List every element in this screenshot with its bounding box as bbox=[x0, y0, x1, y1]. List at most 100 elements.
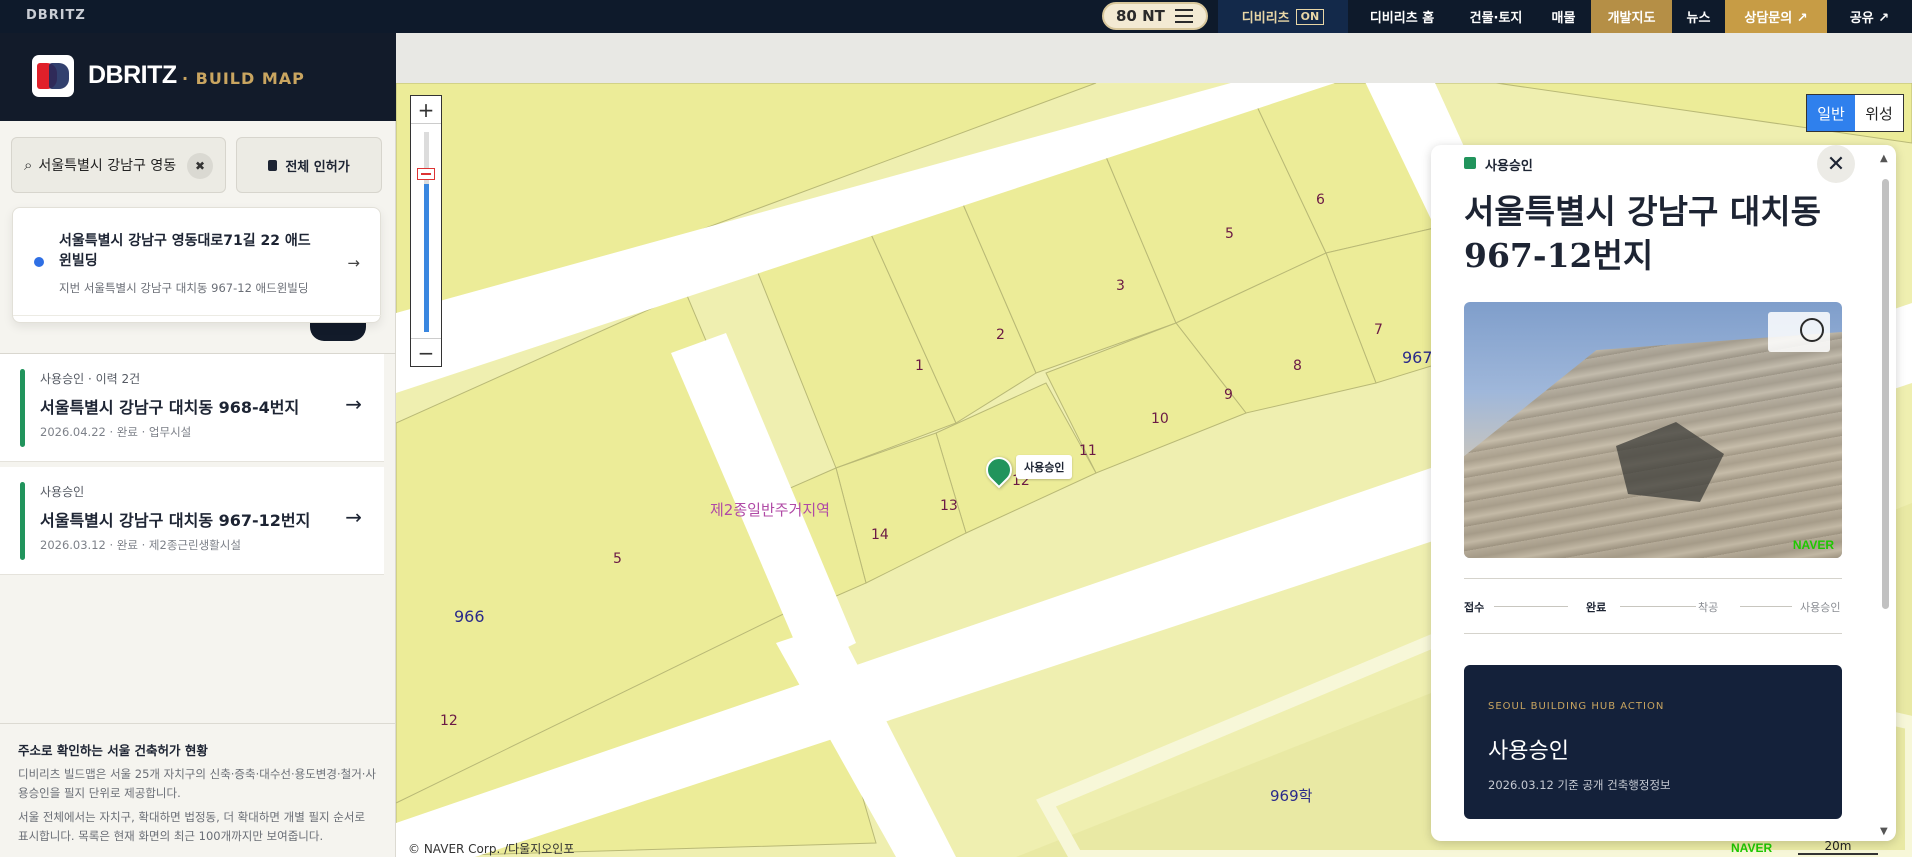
close-button[interactable]: ✕ bbox=[1817, 145, 1855, 183]
parcel-number: 13 bbox=[940, 498, 958, 514]
permit-meta: 사용승인 bbox=[40, 485, 85, 499]
nav-news[interactable]: 뉴스 bbox=[1672, 0, 1725, 33]
zoom-out-button[interactable]: − bbox=[411, 338, 441, 366]
sidebar: DBRITZ · BUILD MAP ⌕ 서울특별시 강남구 영동 ✖ 전체 인… bbox=[0, 33, 396, 857]
permit-title: 서울특별시 강남구 대치동 968-4번지 bbox=[40, 398, 300, 417]
all-permits-button[interactable]: 전체 인허가 bbox=[236, 137, 382, 193]
top-bar: DBRITZ 80 NT 디비리츠 ON 디비리츠 홈 건물·토지 매물 개발지… bbox=[0, 0, 1912, 33]
parcel-number: 7 bbox=[1374, 322, 1383, 338]
zoom-slider-handle[interactable] bbox=[417, 168, 435, 180]
status-dot-icon bbox=[1464, 157, 1476, 169]
nav-consult[interactable]: 상담문의 ↗ bbox=[1725, 0, 1827, 33]
on-badge: ON bbox=[1295, 8, 1325, 25]
status-bar bbox=[20, 482, 25, 560]
footer-paragraph: 디비리츠 빌드맵은 서울 25개 자치구의 신축·증축·대수선·용도변경·철거·… bbox=[18, 767, 377, 800]
scroll-up-icon[interactable]: ▲ bbox=[1880, 153, 1888, 164]
permit-detail-panel: 사용승인 ✕ 서울특별시 강남구 대치동 967-12번지 NAVER 접수 완… bbox=[1431, 145, 1896, 841]
action-sub: 2026.03.12 기준 공개 건축행정정보 bbox=[1488, 778, 1671, 792]
search-suggestion[interactable]: 서울특별시 강남구 영동대로71길 22 애드윈빌딩 지번 서울특별시 강남구 … bbox=[12, 207, 382, 323]
search-icon: ⌕ bbox=[24, 156, 33, 174]
parcel-number: 6 bbox=[1316, 192, 1325, 208]
nav-listings[interactable]: 매물 bbox=[1536, 0, 1591, 33]
nt-menu-button[interactable]: 80 NT bbox=[1102, 2, 1208, 30]
map-label: 966 bbox=[454, 607, 485, 626]
nav-dbritz-label: 디비리츠 bbox=[1241, 11, 1290, 26]
permit-title: 서울특별시 강남구 대치동 967-12번지 bbox=[40, 511, 311, 530]
top-nav: 디비리츠 ON 디비리츠 홈 건물·토지 매물 개발지도 뉴스 상담문의 ↗ 공… bbox=[1218, 0, 1912, 33]
map-label: 967 bbox=[1402, 348, 1433, 367]
suggestion-lot-address: 지번 서울특별시 강남구 대치동 967-12 애드윈빌딩 bbox=[59, 281, 309, 295]
step-label: 착공 bbox=[1698, 601, 1719, 614]
panel-address: 서울특별시 강남구 대치동 967-12번지 bbox=[1464, 192, 1821, 275]
parcel-number: 1 bbox=[915, 358, 924, 374]
zone-label: 제2종일반주거지역 bbox=[710, 501, 830, 519]
scroll-thumb[interactable] bbox=[1882, 179, 1889, 609]
parcel-number: 10 bbox=[1151, 411, 1169, 427]
permit-sub: 2026.03.12 · 완료 · 제2종근린생활시설 bbox=[40, 538, 241, 552]
progress-steps: 접수 완료 착공 사용승인 bbox=[1464, 599, 1842, 615]
map-label: 969학 bbox=[1270, 787, 1313, 805]
scroll-down-icon[interactable]: ▼ bbox=[1880, 826, 1888, 837]
map-scale: 20m bbox=[1798, 839, 1878, 855]
arrow-right-icon: → bbox=[345, 505, 362, 529]
nav-building-land[interactable]: 건물·토지 bbox=[1456, 0, 1536, 33]
document-icon bbox=[268, 159, 278, 171]
footer-paragraph: 서울 전체에서는 자치구, 확대하면 법정동, 더 확대하면 개별 필지 순서로… bbox=[18, 810, 366, 843]
location-dot-icon bbox=[34, 257, 44, 267]
photo-watermark: NAVER bbox=[1792, 538, 1834, 552]
status-badge: 사용승인 bbox=[1485, 159, 1533, 174]
step-label: 완료 bbox=[1586, 601, 1607, 614]
parcel-number: 5 bbox=[1225, 226, 1234, 242]
photo-overlay-icon bbox=[1768, 312, 1830, 352]
naver-logo: NAVER bbox=[1731, 841, 1773, 855]
search-value: 서울특별시 강남구 영동 bbox=[38, 158, 177, 174]
action-kicker: SEOUL BUILDING HUB ACTION bbox=[1488, 701, 1665, 712]
footer-title: 주소로 확인하는 서울 건축허가 현황 bbox=[18, 743, 208, 758]
parcel-number: 14 bbox=[871, 527, 889, 543]
dbritz-logo-icon bbox=[32, 55, 74, 97]
parcel-number: 3 bbox=[1116, 278, 1125, 294]
nav-dbritz-toggle[interactable]: 디비리츠 ON bbox=[1218, 0, 1348, 33]
zoom-in-button[interactable]: + bbox=[411, 96, 441, 124]
logo-subtitle: · BUILD MAP bbox=[182, 69, 305, 88]
hidden-button-peek bbox=[310, 323, 366, 341]
hamburger-icon bbox=[1174, 9, 1193, 23]
arrow-right-icon: → bbox=[345, 392, 362, 416]
permit-sub: 2026.04.22 · 완료 · 업무시설 bbox=[40, 425, 192, 439]
zoom-control[interactable]: + − bbox=[410, 95, 442, 367]
permit-list-item[interactable]: 사용승인 · 이력 2건 서울특별시 강남구 대치동 968-4번지 2026.… bbox=[0, 354, 384, 462]
map-type-satellite[interactable]: 위성 bbox=[1855, 95, 1903, 131]
action-card[interactable]: SEOUL BUILDING HUB ACTION 사용승인 2026.03.1… bbox=[1464, 665, 1842, 819]
step-label: 사용승인 bbox=[1800, 601, 1841, 614]
top-brand: DBRITZ bbox=[26, 8, 86, 23]
parcel-number: 12 bbox=[440, 713, 458, 729]
marker-label[interactable]: 사용승인 bbox=[1016, 455, 1073, 479]
nav-development-map[interactable]: 개발지도 bbox=[1591, 0, 1672, 33]
map-type-toggle[interactable]: 일반 위성 bbox=[1806, 94, 1904, 132]
parcel-number: 9 bbox=[1224, 387, 1233, 403]
panel-scrollbar[interactable]: ▲ ▼ bbox=[1875, 145, 1895, 841]
sidebar-header: DBRITZ · BUILD MAP bbox=[0, 33, 396, 121]
logo-text: DBRITZ bbox=[88, 61, 177, 89]
nav-share[interactable]: 공유 ↗ bbox=[1827, 0, 1912, 33]
permit-list-item[interactable]: 사용승인 서울특별시 강남구 대치동 967-12번지 2026.03.12 ·… bbox=[0, 467, 384, 575]
step-label: 접수 bbox=[1464, 601, 1485, 614]
clear-search-button[interactable]: ✖ bbox=[187, 153, 213, 179]
action-title: 사용승인 bbox=[1488, 739, 1569, 764]
suggestion-road-address: 서울특별시 강남구 영동대로71길 22 애드윈빌딩 bbox=[59, 233, 311, 269]
status-bar bbox=[20, 369, 25, 447]
parcel-number: 5 bbox=[613, 551, 622, 567]
permit-meta: 사용승인 · 이력 2건 bbox=[40, 372, 141, 386]
search-input[interactable]: ⌕ 서울특별시 강남구 영동 ✖ bbox=[11, 137, 226, 193]
parcel-number: 11 bbox=[1079, 443, 1097, 459]
parcel-number: 2 bbox=[996, 327, 1005, 343]
close-icon: ✕ bbox=[1826, 151, 1846, 177]
map-type-normal[interactable]: 일반 bbox=[1807, 95, 1855, 131]
all-permits-label: 전체 인허가 bbox=[285, 159, 350, 175]
zoom-level-fill bbox=[424, 184, 429, 332]
parcel-number: 8 bbox=[1293, 358, 1302, 374]
building-photo[interactable]: NAVER bbox=[1464, 302, 1842, 558]
nav-dbritz-home[interactable]: 디비리츠 홈 bbox=[1348, 0, 1456, 33]
arrow-right-icon: → bbox=[347, 254, 360, 272]
map-copyright[interactable]: © NAVER Corp. /다울지오인포 bbox=[408, 840, 574, 857]
